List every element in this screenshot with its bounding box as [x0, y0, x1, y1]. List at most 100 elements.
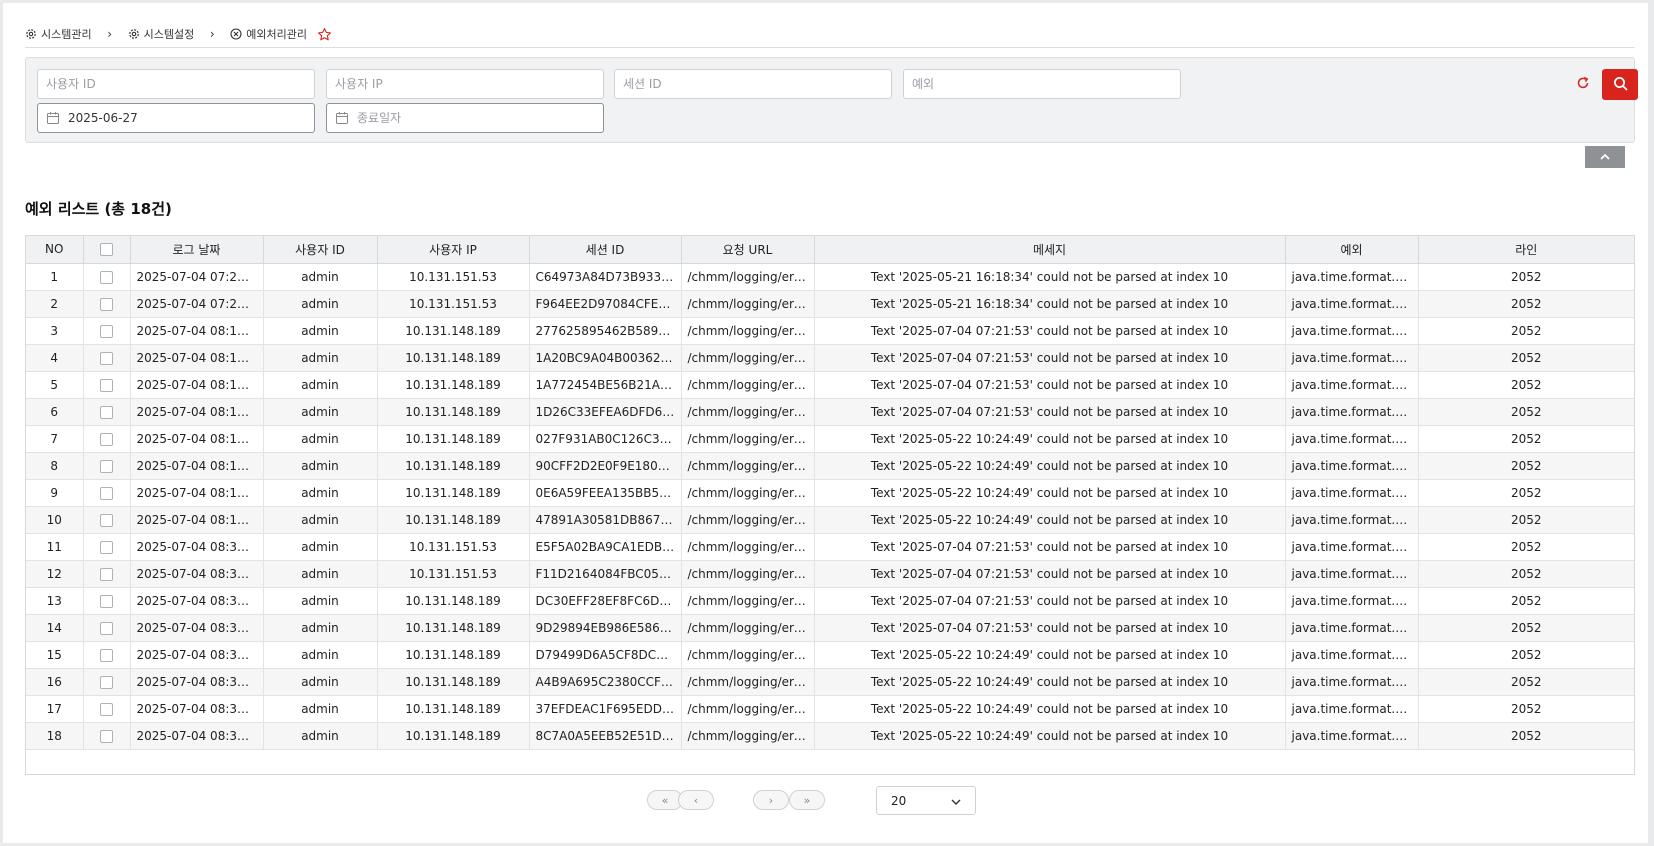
cell-line: 2052: [1418, 398, 1634, 426]
table-row[interactable]: 13 2025-07-04 08:31:53 admin 10.131.148.189…: [26, 587, 1634, 615]
cell-message: Text '2025-05-22 10:24:49' could not be …: [814, 722, 1286, 750]
cell-select[interactable]: [83, 668, 131, 696]
row-checkbox[interactable]: [100, 270, 113, 284]
row-checkbox[interactable]: [100, 675, 113, 689]
exception-field[interactable]: [903, 69, 1181, 99]
cell-line: 2052: [1418, 479, 1634, 507]
col-exception-header: 예외: [1285, 236, 1419, 264]
start-date-input[interactable]: [68, 111, 306, 125]
end-date-field[interactable]: [326, 103, 604, 133]
table-row[interactable]: 8 2025-07-04 08:18:44 admin 10.131.148.189 9…: [26, 452, 1634, 480]
row-checkbox[interactable]: [100, 594, 113, 608]
row-checkbox[interactable]: [100, 513, 113, 527]
breadcrumb-separator: ›: [107, 27, 113, 41]
select-all-checkbox[interactable]: [100, 243, 113, 257]
next-page-button[interactable]: ›: [753, 790, 789, 810]
cell-select[interactable]: [83, 587, 131, 615]
cell-select[interactable]: [83, 695, 131, 723]
row-checkbox[interactable]: [100, 459, 113, 473]
cell-select[interactable]: [83, 560, 131, 588]
table-row[interactable]: 12 2025-07-04 08:31:53 admin 10.131.151.53 F…: [26, 560, 1634, 588]
user-ip-input[interactable]: [335, 77, 595, 91]
cell-select[interactable]: [83, 317, 131, 345]
breadcrumb-item-exception-management[interactable]: 예외처리관리: [230, 26, 307, 42]
row-checkbox[interactable]: [100, 567, 113, 581]
user-ip-field[interactable]: [326, 69, 604, 99]
cell-select[interactable]: [83, 506, 131, 534]
breadcrumb-divider: [25, 47, 1635, 48]
cell-select[interactable]: [83, 344, 131, 372]
table-row[interactable]: 6 2025-07-04 08:18:42 admin 10.131.148.189 1…: [26, 398, 1634, 426]
reset-button[interactable]: [1573, 74, 1593, 94]
cell-message: Text '2025-07-04 07:21:53' could not be …: [814, 398, 1286, 426]
table-row[interactable]: 10 2025-07-04 08:19:06 admin 10.131.148.189…: [26, 506, 1634, 534]
cell-select[interactable]: [83, 452, 131, 480]
row-checkbox[interactable]: [100, 540, 113, 554]
cell-exception: java.time.format.Dat...: [1285, 560, 1419, 588]
cell-select[interactable]: [83, 641, 131, 669]
table-row[interactable]: 3 2025-07-04 08:18:41 admin 10.131.148.189 2…: [26, 317, 1634, 345]
cell-request-url: /chmm/logging/error: [681, 263, 815, 291]
row-checkbox[interactable]: [100, 729, 113, 743]
breadcrumb-item-system-admin[interactable]: 시스템관리: [25, 26, 92, 42]
cell-select[interactable]: [83, 479, 131, 507]
row-checkbox[interactable]: [100, 405, 113, 419]
cell-session-id: 90CFF2D2E0F9E180AD8C: [529, 452, 682, 480]
end-date-input[interactable]: [357, 111, 595, 125]
start-date-field[interactable]: [37, 103, 315, 133]
table-row[interactable]: 17 2025-07-04 08:31:59 admin 10.131.148.189…: [26, 695, 1634, 723]
breadcrumb-item-system-settings[interactable]: 시스템설정: [128, 26, 194, 42]
star-outline-icon[interactable]: [317, 27, 332, 42]
collapse-search-button[interactable]: [1585, 146, 1625, 168]
cell-select[interactable]: [83, 722, 131, 750]
table-row[interactable]: 7 2025-07-04 08:18:44 admin 10.131.148.189 0…: [26, 425, 1634, 453]
table-row[interactable]: 2 2025-07-04 07:21:53 admin 10.131.151.53 F9…: [26, 290, 1634, 318]
session-id-input[interactable]: [623, 77, 883, 91]
cell-user-ip: 10.131.148.189: [377, 506, 530, 534]
row-checkbox[interactable]: [100, 702, 113, 716]
table-row[interactable]: 5 2025-07-04 08:18:42 admin 10.131.148.189 1…: [26, 371, 1634, 399]
row-checkbox[interactable]: [100, 378, 113, 392]
table-row[interactable]: 4 2025-07-04 08:18:41 admin 10.131.148.189 1…: [26, 344, 1634, 372]
calendar-icon: [335, 111, 349, 125]
last-page-button[interactable]: »: [789, 790, 825, 810]
cell-session-id: 027F931AB0C126C33756: [529, 425, 682, 453]
row-checkbox[interactable]: [100, 432, 113, 446]
row-checkbox[interactable]: [100, 621, 113, 635]
cell-select[interactable]: [83, 371, 131, 399]
row-checkbox[interactable]: [100, 351, 113, 365]
cell-select[interactable]: [83, 263, 131, 291]
row-checkbox[interactable]: [100, 324, 113, 338]
table-row[interactable]: 9 2025-07-04 08:19:05 admin 10.131.148.189 0…: [26, 479, 1634, 507]
row-checkbox[interactable]: [100, 486, 113, 500]
table-row[interactable]: 11 2025-07-04 08:31:53 admin 10.131.151.53 E…: [26, 533, 1634, 561]
table-row[interactable]: 1 2025-07-04 07:21:53 admin 10.131.151.53 C6…: [26, 263, 1634, 291]
table-row[interactable]: 14 2025-07-04 08:31:53 admin 10.131.148.189…: [26, 614, 1634, 642]
table-row[interactable]: 16 2025-07-04 08:31:55 admin 10.131.148.189…: [26, 668, 1634, 696]
session-id-field[interactable]: [614, 69, 892, 99]
cell-log-date: 2025-07-04 08:18:42: [130, 398, 264, 426]
cell-no: 14: [26, 614, 84, 642]
prev-page-button[interactable]: ‹: [678, 790, 714, 810]
table-row[interactable]: 18 2025-07-04 08:32:00 admin 10.131.148.189…: [26, 722, 1634, 750]
page-size-select[interactable]: 20: [876, 786, 976, 815]
user-id-input[interactable]: [46, 77, 306, 91]
cell-line: 2052: [1418, 587, 1634, 615]
cell-select[interactable]: [83, 614, 131, 642]
col-select-header[interactable]: [83, 236, 131, 264]
cell-select[interactable]: [83, 533, 131, 561]
search-button[interactable]: [1602, 69, 1638, 100]
cell-select[interactable]: [83, 425, 131, 453]
cell-select[interactable]: [83, 290, 131, 318]
user-id-field[interactable]: [37, 69, 315, 99]
cell-select[interactable]: [83, 398, 131, 426]
cell-request-url: /chmm/logging/error: [681, 317, 815, 345]
cell-no: 17: [26, 695, 84, 723]
exception-input[interactable]: [912, 77, 1172, 91]
cell-message: Text '2025-07-04 07:21:53' could not be …: [814, 344, 1286, 372]
table-row[interactable]: 15 2025-07-04 08:31:55 admin 10.131.148.189…: [26, 641, 1634, 669]
row-checkbox[interactable]: [100, 297, 113, 311]
cell-user-ip: 10.131.148.189: [377, 722, 530, 750]
cell-request-url: /chmm/logging/error: [681, 641, 815, 669]
row-checkbox[interactable]: [100, 648, 113, 662]
